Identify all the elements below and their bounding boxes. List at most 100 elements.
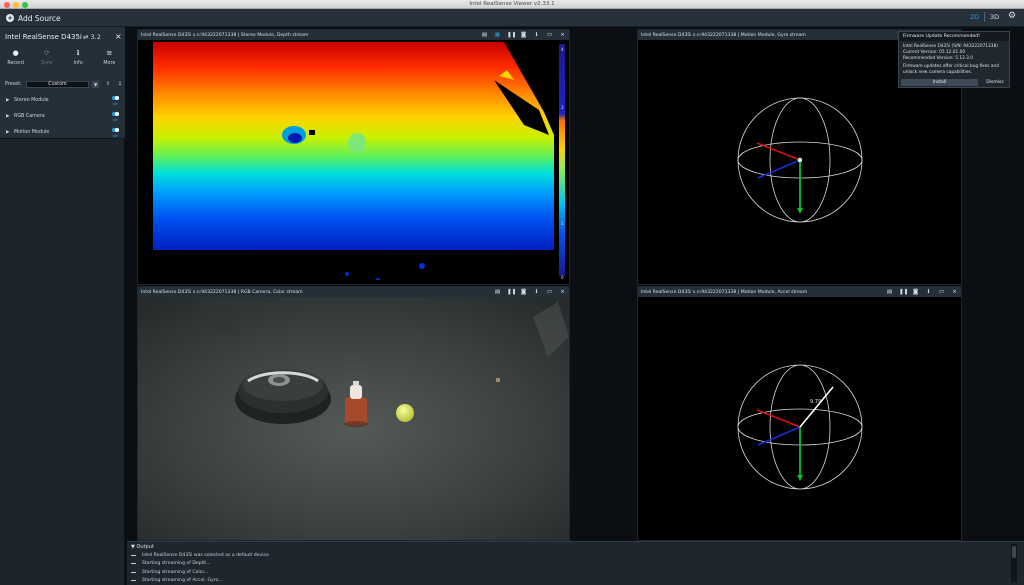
- record-button[interactable]: ● Record: [0, 49, 31, 71]
- colorbar-tick: 1: [561, 221, 564, 226]
- install-button[interactable]: Install: [901, 79, 978, 86]
- log-text: Intel RealSense D435i was selected as a …: [142, 552, 269, 558]
- upload-icon[interactable]: ⇪: [105, 81, 111, 87]
- download-icon[interactable]: ⇩: [117, 81, 123, 87]
- stream-title: Intel RealSense D435i s.n:943222071338 |…: [141, 289, 303, 295]
- preset-row: Preset: Custom ▼ ⇪ ⇩: [5, 80, 123, 88]
- gear-icon[interactable]: ⚙: [1008, 11, 1016, 21]
- accel-stream-view[interactable]: Intel RealSense D435i s.n:943222071338 |…: [637, 286, 962, 541]
- more-label: More: [103, 61, 116, 66]
- realsense-viewer-app: Intel RealSense Viewer v2.33.1 + Add Sou…: [0, 0, 1024, 585]
- usb-version: 3.2: [90, 33, 101, 41]
- firmware-popup-header: Firmware Update Recommended!: [899, 32, 1009, 41]
- module-name: RGB Camera: [14, 114, 45, 119]
- module-toggle[interactable]: [112, 112, 119, 116]
- device-name: Intel RealSense D435i: [5, 33, 82, 41]
- module-motion[interactable]: ▶ Motion Module off: [0, 127, 125, 141]
- menu-icon: ≡: [106, 49, 113, 57]
- info-icon[interactable]: ℹ: [925, 289, 932, 296]
- expand-arrow-icon[interactable]: ▶: [6, 98, 9, 103]
- log-text: Starting streaming of Color...: [142, 569, 209, 575]
- maximize-icon[interactable]: ▭: [546, 32, 553, 39]
- color-stream-view[interactable]: Intel RealSense D435i s.n:943222071338 |…: [137, 286, 570, 541]
- dash-icon: [131, 554, 136, 556]
- info-button[interactable]: ℹ Info: [63, 49, 94, 71]
- module-toggle[interactable]: [112, 96, 119, 100]
- more-button[interactable]: ≡ More: [94, 49, 125, 71]
- close-device-icon[interactable]: ×: [115, 32, 122, 41]
- log-text: Starting streaming of Depth...: [142, 561, 211, 567]
- expand-arrow-icon[interactable]: ▶: [6, 130, 9, 135]
- module-name: Stereo Module: [14, 98, 49, 103]
- stream-header: Intel RealSense D435i s.n:943222071338 |…: [138, 287, 569, 297]
- stream-controls: ▤ ❚❚ ◙ ℹ ▭ ×: [886, 289, 958, 296]
- stream-header: Intel RealSense D435i s.n:943222071338 |…: [138, 30, 569, 40]
- firmware-update-popup: Firmware Update Recommended! Intel RealS…: [898, 31, 1010, 88]
- stream-title: Intel RealSense D435i s.n:943222071338 |…: [141, 32, 309, 38]
- sync-button[interactable]: ⟳ Sync: [31, 49, 62, 71]
- stream-controls: ▤ ▦ ❚❚ ◙ ℹ ▭ ×: [481, 32, 566, 39]
- record-icon: ●: [12, 49, 19, 57]
- info-icon: ℹ: [76, 49, 80, 57]
- close-icon[interactable]: ×: [559, 289, 566, 296]
- camera-icon[interactable]: ◙: [912, 289, 919, 296]
- preset-label: Preset:: [5, 81, 22, 87]
- module-state: off: [113, 102, 118, 106]
- dismiss-button[interactable]: Dismiss: [981, 79, 1009, 86]
- info-icon[interactable]: ℹ: [533, 289, 540, 296]
- log-line: Starting streaming of Depth...: [131, 560, 269, 569]
- chevron-down-icon[interactable]: ▼: [92, 80, 100, 88]
- maximize-icon[interactable]: ▭: [546, 289, 553, 296]
- module-toggle[interactable]: [112, 128, 119, 132]
- plus-circle-icon: +: [6, 14, 14, 22]
- output-panel: ▼ Output Intel RealSense D435i was selec…: [127, 541, 1024, 585]
- metadata-icon[interactable]: ▤: [494, 289, 501, 296]
- usb-indicator: ⇄ 3.2: [83, 33, 101, 41]
- top-toolbar: + Add Source 2D 3D ⚙: [0, 9, 1024, 27]
- add-source-button[interactable]: + Add Source: [6, 12, 61, 24]
- add-source-label: Add Source: [18, 13, 61, 23]
- module-stereo[interactable]: ▶ Stereo Module off: [0, 95, 125, 109]
- output-toggle[interactable]: ▼ Output: [131, 544, 154, 550]
- expand-arrow-icon[interactable]: ▶: [6, 114, 9, 119]
- dash-icon: [131, 571, 136, 573]
- info-icon[interactable]: ℹ: [533, 32, 540, 39]
- pause-icon[interactable]: ❚❚: [507, 32, 516, 39]
- color-image: [138, 297, 569, 540]
- view-2d-button[interactable]: 2D: [970, 13, 979, 21]
- window-titlebar: Intel RealSense Viewer v2.33.1: [0, 0, 1024, 9]
- preset-dropdown[interactable]: Custom: [25, 80, 90, 88]
- colorbar-tick: 2: [561, 163, 564, 168]
- metadata-icon[interactable]: ▤: [481, 32, 488, 39]
- colorbar-tick: 3: [561, 105, 564, 110]
- device-panel: Intel RealSense D435i ⇄ 3.2 × ● Record ⟳…: [0, 27, 125, 139]
- close-icon[interactable]: ×: [951, 289, 958, 296]
- collapse-arrow-icon[interactable]: ▼: [131, 544, 135, 550]
- sync-icon: ⟳: [43, 49, 50, 57]
- colorbar-tick: 0: [561, 275, 564, 280]
- module-rgb[interactable]: ▶ RGB Camera off: [0, 111, 125, 125]
- stream-title: Intel RealSense D435i s.n:943222071338 |…: [641, 289, 808, 295]
- camera-icon[interactable]: ◙: [520, 32, 527, 39]
- module-name: Motion Module: [14, 130, 50, 135]
- firmware-description: unlock new camera capabilities.: [903, 70, 973, 75]
- camera-icon[interactable]: ◙: [520, 289, 527, 296]
- histogram-icon[interactable]: ▦: [494, 32, 501, 39]
- dash-icon: [131, 580, 136, 582]
- output-scrollbar[interactable]: [1011, 544, 1017, 582]
- close-icon[interactable]: ×: [559, 32, 566, 39]
- stream-controls: ▤ ❚❚ ◙ ℹ ▭ ×: [494, 289, 566, 296]
- pause-icon[interactable]: ❚❚: [507, 289, 516, 296]
- maximize-icon[interactable]: ▭: [938, 289, 945, 296]
- info-label: Info: [73, 61, 83, 66]
- record-label: Record: [7, 61, 24, 66]
- accel-magnitude: 9.79: [810, 399, 821, 405]
- metadata-icon[interactable]: ▤: [886, 289, 893, 296]
- view-divider: [984, 12, 985, 22]
- dash-icon: [131, 563, 136, 565]
- log-line: Starting streaming of Accel, Gyro...: [131, 577, 269, 585]
- pause-icon[interactable]: ❚❚: [899, 289, 908, 296]
- view-3d-button[interactable]: 3D: [990, 13, 999, 21]
- depth-stream-view[interactable]: Intel RealSense D435i s.n:943222071338 |…: [137, 29, 570, 285]
- firmware-description: Firmware updates offer critical bug fixe…: [903, 64, 999, 69]
